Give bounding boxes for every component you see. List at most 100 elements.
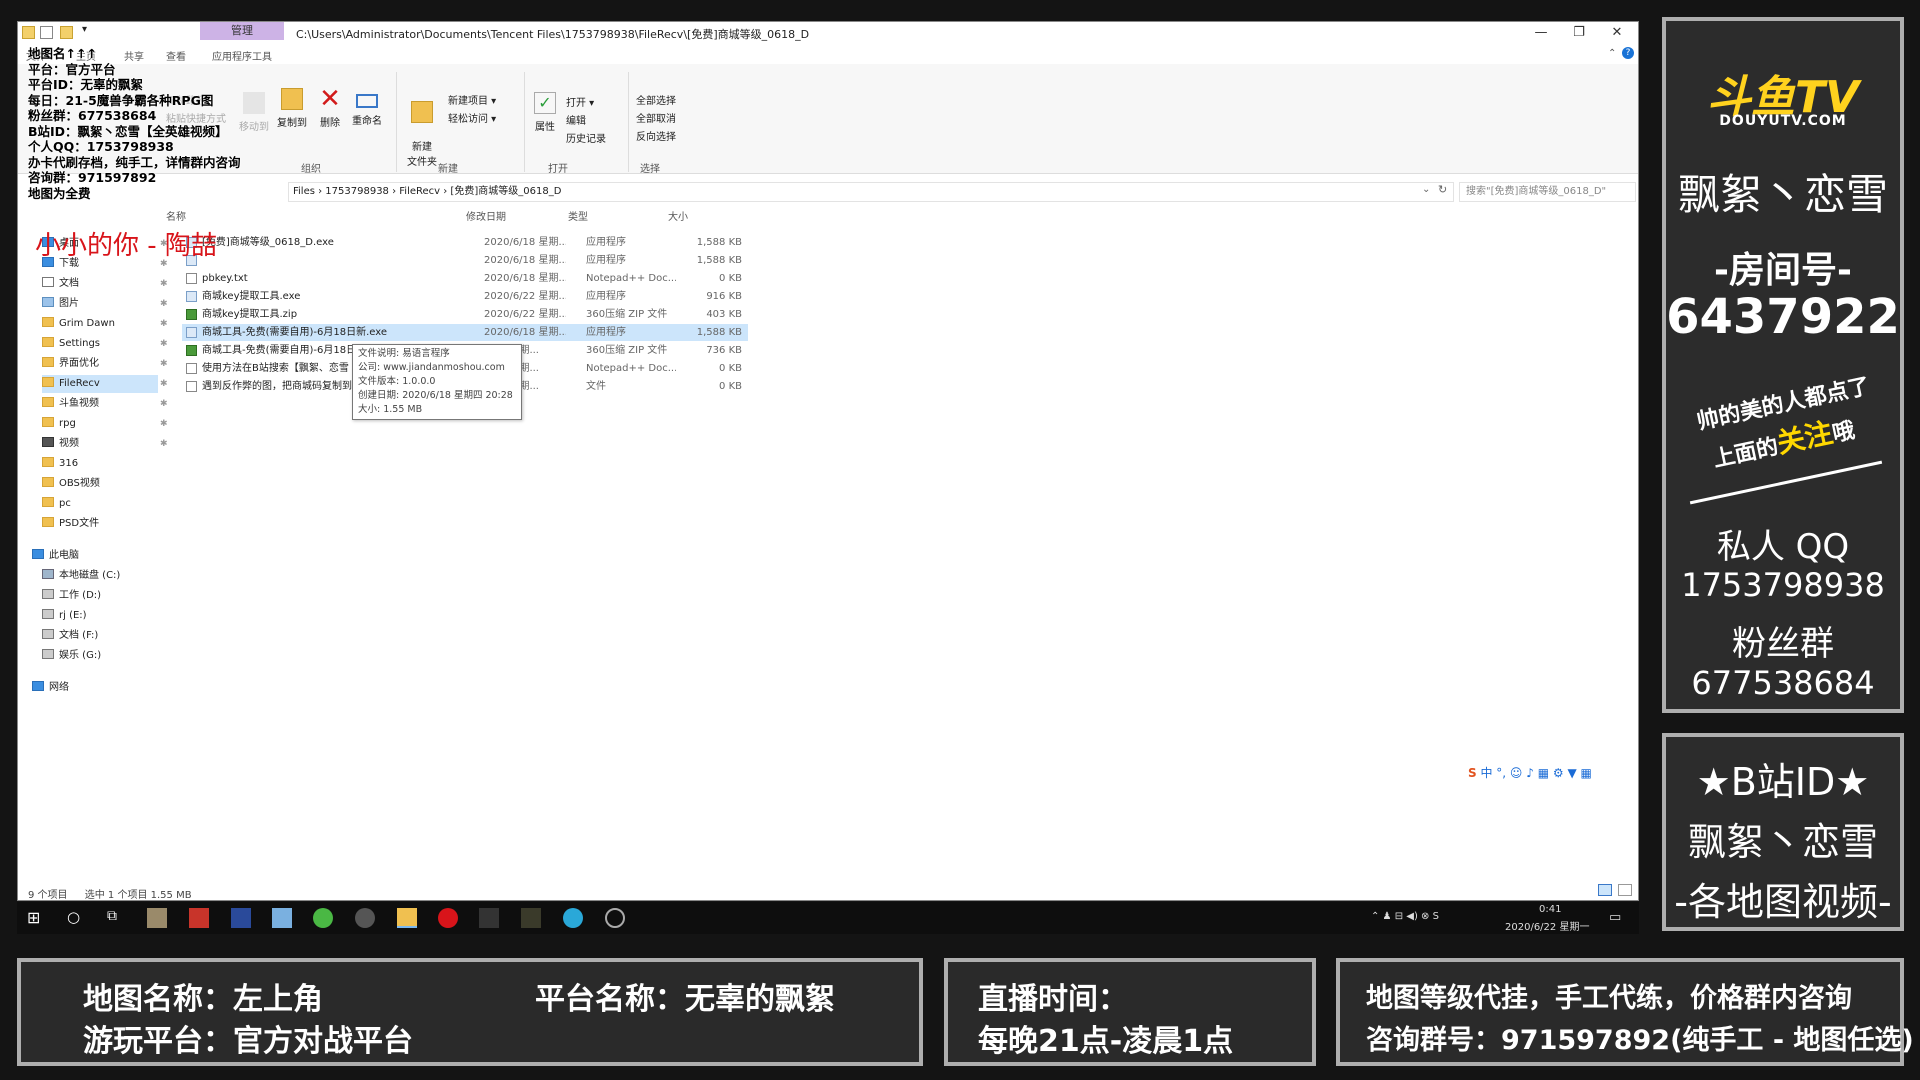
app-icon[interactable] — [563, 908, 583, 928]
file-row[interactable]: pbkey.txt 2020/6/18 星期... Notepad++ Doc...… — [182, 270, 748, 287]
sidebar-item-316[interactable]: 316 — [42, 455, 78, 473]
sidebar-item-filerecv[interactable]: FileRecv ✱ — [42, 375, 168, 393]
sidebar-item-drive-d[interactable]: 工作 (D:) — [42, 587, 101, 605]
file-row[interactable]: [免费]商城等级_0618_D.exe 2020/6/18 星期... 应用程序 1,… — [182, 234, 748, 251]
file-date: 2020/6/22 星期... — [484, 291, 566, 302]
new-folder-button[interactable]: 新建 文件夹 — [402, 90, 442, 168]
app-icon[interactable] — [231, 908, 251, 928]
sidebar-item-settings[interactable]: Settings ✱ — [42, 335, 168, 353]
platform-name-text: 平台名称：无辜的飘絮 — [535, 982, 835, 1017]
sidebar-item-pc[interactable]: pc — [42, 495, 71, 513]
search-input[interactable]: 搜索"[免费]商城等级_0618_D" — [1459, 182, 1636, 202]
easy-access-button[interactable]: 轻松访问 ▾ — [448, 110, 496, 125]
netease-music-icon[interactable] — [438, 908, 458, 928]
file-date: 2020/6/18 星期... — [484, 255, 566, 266]
sidebar-item-videos[interactable]: 视频 ✱ — [42, 435, 168, 453]
invert-selection-button[interactable]: 反向选择 — [636, 128, 676, 143]
app-icon[interactable] — [313, 908, 333, 928]
app-icon[interactable] — [479, 908, 499, 928]
file-row[interactable]: 商城key提取工具.exe 2020/6/22 星期... 应用程序 916 KB — [182, 288, 748, 305]
sidebar-item-ui-optimize[interactable]: 界面优化 ✱ — [42, 355, 168, 373]
delete-button[interactable]: ✕ 删除 — [314, 86, 346, 129]
help-icon[interactable]: ? — [1622, 47, 1634, 59]
sidebar-item-drive-e[interactable]: rj (E:) — [42, 607, 87, 625]
group-select-label: 选择 — [640, 164, 660, 175]
details-view-icon[interactable] — [1598, 884, 1612, 896]
column-header-name[interactable]: 名称 — [166, 210, 186, 226]
search-icon[interactable]: ○ — [67, 908, 87, 928]
text-file-icon — [186, 273, 197, 284]
app-icon[interactable] — [272, 908, 292, 928]
pin-icon: ✱ — [160, 399, 168, 409]
sidebar-item-label: Settings — [59, 338, 101, 349]
sidebar-item-drive-f[interactable]: 文档 (F:) — [42, 627, 98, 645]
large-icons-view-icon[interactable] — [1618, 884, 1632, 896]
select-all-button[interactable]: 全部选择 — [636, 92, 676, 107]
tab-manage[interactable]: 管理 — [200, 22, 284, 40]
copy-to-button[interactable]: 复制到 — [274, 88, 310, 129]
ribbon-collapse-icon[interactable]: ⌃ — [1608, 48, 1616, 59]
task-view-icon[interactable]: ⧉ — [107, 908, 127, 928]
sidebar-item-psd[interactable]: PSD文件 — [42, 515, 99, 533]
file-row-selected[interactable]: 商城工具-免费(需要自用)-6月18日新.exe 2020/6/18 星期... 应… — [182, 324, 748, 341]
app-icon[interactable] — [147, 908, 167, 928]
folder-icon — [42, 377, 54, 387]
rename-button[interactable]: 重命名 — [348, 88, 386, 127]
sidebar-item-rpg[interactable]: rpg ✱ — [42, 415, 168, 433]
obs-icon[interactable] — [605, 908, 625, 928]
clock-time[interactable]: 0:41 — [1539, 904, 1561, 915]
pin-icon: ✱ — [160, 439, 168, 449]
file-explorer-taskbar-icon[interactable] — [397, 908, 417, 928]
sidebar-item-network[interactable]: 网络 — [32, 679, 69, 697]
refresh-icon[interactable]: ↻ — [1438, 183, 1447, 196]
app-icon[interactable] — [189, 908, 209, 928]
title-bar: ▾ 管理 C:\Users\Administrator\Documents\Te… — [18, 22, 1638, 44]
select-none-button[interactable]: 全部取消 — [636, 110, 676, 125]
quick-access-dropdown-icon[interactable]: ▾ — [82, 24, 87, 35]
column-header-type[interactable]: 类型 — [568, 210, 588, 226]
properties-quick-icon[interactable] — [40, 26, 53, 39]
column-header-date[interactable]: 修改日期 — [466, 210, 506, 226]
zip-file-icon — [186, 309, 197, 320]
address-dropdown-icon[interactable]: ⌄ — [1422, 184, 1430, 195]
column-header-size[interactable]: 大小 — [668, 210, 688, 226]
sidebar-item-this-pc[interactable]: 此电脑 — [32, 547, 79, 565]
properties-button[interactable]: ✓ 属性 — [530, 92, 560, 133]
sidebar-item-label: 视频 — [59, 438, 79, 449]
app-icon[interactable] — [521, 908, 541, 928]
new-item-button[interactable]: 新建项目 ▾ — [448, 92, 496, 107]
sidebar-item-label: PSD文件 — [59, 518, 100, 529]
status-selected: 选中 1 个项目 1.55 MB — [84, 890, 192, 901]
tray-icons[interactable]: ⌃ ♟ ⊟ ◀) ⊗ S — [1371, 911, 1439, 922]
pin-icon: ✱ — [160, 299, 168, 309]
history-button[interactable]: 历史记录 — [566, 130, 606, 145]
sidebar-item-douyu-videos[interactable]: 斗鱼视频 ✱ — [42, 395, 168, 413]
edit-button[interactable]: 编辑 — [566, 112, 586, 127]
app-icon[interactable] — [355, 908, 375, 928]
minimize-button[interactable]: — — [1522, 22, 1560, 44]
file-size: 0 KB — [719, 273, 742, 284]
clock-date[interactable]: 2020/6/22 星期一 — [1505, 918, 1589, 933]
sidebar-item-label: 图片 — [59, 298, 79, 309]
sidebar-item-documents[interactable]: 文档 ✱ — [42, 275, 168, 293]
address-bar[interactable]: Files › 1753798938 › FileRecv › [免费]商城等级… — [288, 182, 1454, 202]
sidebar-item-pictures[interactable]: 图片 ✱ — [42, 295, 168, 313]
maximize-button[interactable]: ❐ — [1560, 22, 1598, 44]
move-to-button[interactable]: 移动到 — [236, 92, 272, 133]
sidebar-item-drive-g[interactable]: 娱乐 (G:) — [42, 647, 101, 665]
notification-icon[interactable]: ▭ — [1609, 910, 1621, 925]
ime-toolbar[interactable]: S 中 °, ☺ ♪ ▦ ⚙ ▼ ▦ — [1468, 762, 1638, 784]
fans-number: 677538684 — [1691, 664, 1875, 702]
folder-icon — [42, 517, 54, 527]
sidebar-item-obs-videos[interactable]: OBS视频 — [42, 475, 100, 493]
close-button[interactable]: ✕ — [1598, 22, 1636, 44]
open-button[interactable]: 打开 ▾ — [566, 94, 594, 109]
map-info-box: 地图名称：左上角 平台名称：无辜的飘絮 游玩平台：官方对战平台 — [17, 958, 923, 1066]
sidebar-item-drive-c[interactable]: 本地磁盘 (C:) — [42, 567, 120, 585]
file-row[interactable]: 2020/6/18 星期... 应用程序 1,588 KB — [182, 252, 748, 269]
sidebar-item-grim-dawn[interactable]: Grim Dawn ✱ — [42, 315, 168, 333]
folder-icon — [42, 397, 54, 407]
file-row[interactable]: 商城key提取工具.zip 2020/6/22 星期... 360压缩 ZIP 文件… — [182, 306, 748, 323]
windows-start-icon[interactable]: ⊞ — [27, 908, 47, 928]
new-folder-quick-icon[interactable] — [60, 26, 73, 39]
